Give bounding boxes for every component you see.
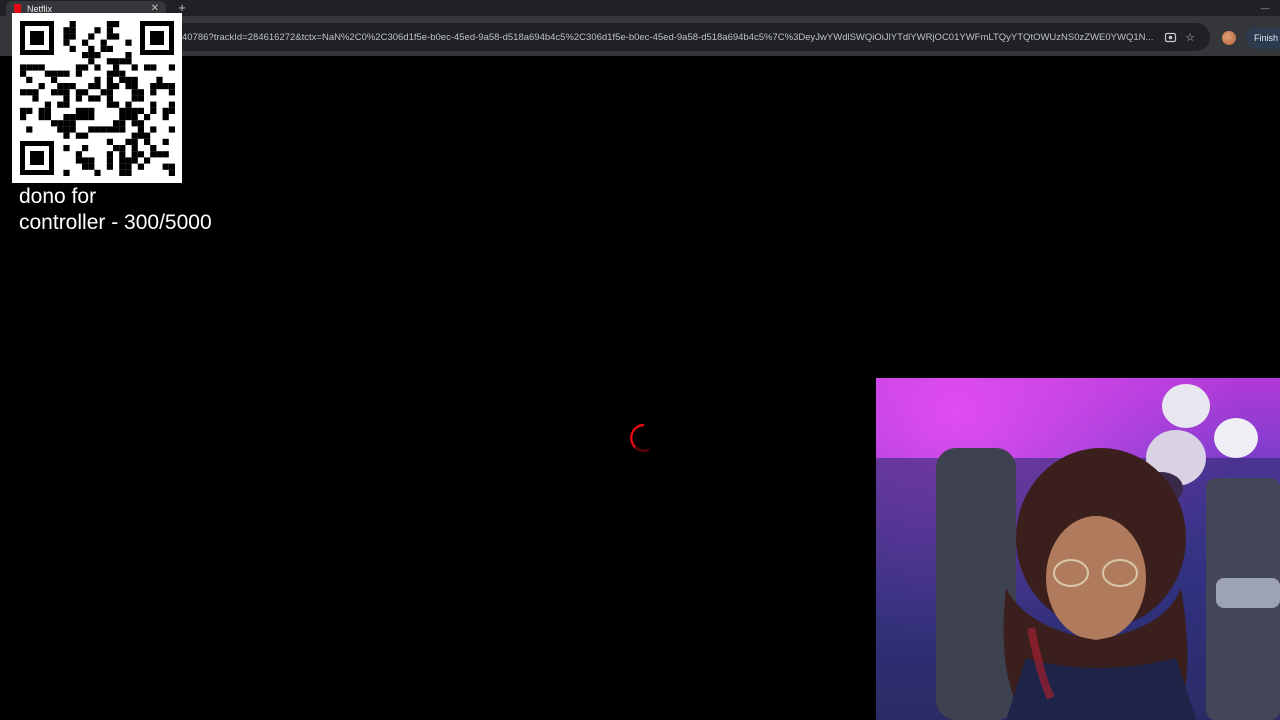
donation-line-2: controller - 300/5000 (19, 211, 212, 234)
donation-line-1: dono for (19, 185, 97, 208)
tab-strip: Netflix ✕ + — (0, 0, 1280, 16)
address-bar[interactable]: 40786?trackId=284616272&tctx=NaN%2C0%2C3… (100, 23, 1210, 51)
donation-qr-code (12, 13, 182, 183)
bookmark-star-icon[interactable]: ☆ (1180, 27, 1200, 47)
profile-avatar-icon[interactable] (1222, 31, 1236, 45)
finish-update-button[interactable]: Finish u (1246, 27, 1280, 49)
minimize-button[interactable]: — (1250, 0, 1280, 16)
window-controls: — (1250, 0, 1280, 16)
screen-cast-icon[interactable] (1160, 27, 1180, 47)
streamer-webcam-feed (876, 378, 1280, 720)
url-text[interactable]: 40786?trackId=284616272&tctx=NaN%2C0%2C3… (182, 32, 1160, 43)
browser-toolbar: 40786?trackId=284616272&tctx=NaN%2C0%2C3… (0, 16, 1280, 56)
browser-window: Netflix ✕ + — 40786?trackId=284616272&tc… (0, 0, 1280, 720)
loading-spinner-icon (630, 423, 650, 452)
close-icon[interactable]: ✕ (151, 3, 159, 14)
tab-title: Netflix (27, 3, 53, 14)
donation-goal-text: dono for controller - 300/5000 (19, 184, 212, 236)
netflix-favicon-icon (14, 4, 21, 13)
webcam-image (876, 378, 1280, 720)
